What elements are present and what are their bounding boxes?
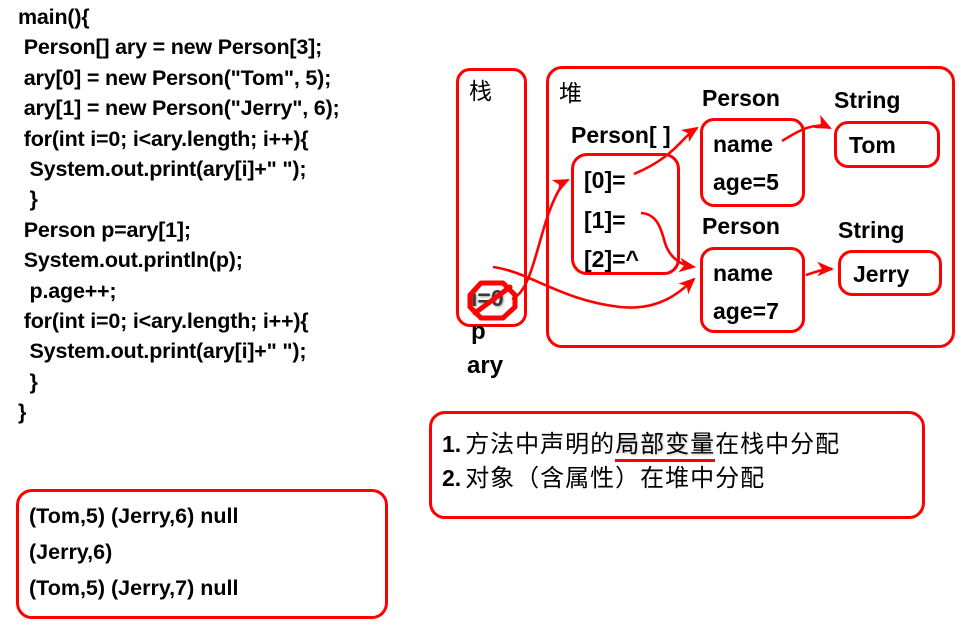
- code-line: Person p=ary[1];: [18, 217, 191, 242]
- stack-region-box: 栈 i=0 p ary: [456, 68, 527, 378]
- no-entry-icon: [467, 280, 518, 321]
- person-object-1-field-name: name: [713, 260, 774, 286]
- code-line: }: [18, 369, 38, 394]
- code-line: Person[] ary = new Person[3];: [18, 35, 323, 60]
- code-line: for(int i=0; i<ary.length; i++){: [18, 309, 309, 334]
- stack-label: 栈: [469, 79, 492, 105]
- code-line: main(){: [18, 5, 90, 29]
- string-object-1-box: Jerry: [838, 250, 942, 296]
- person-array-box: [0]= [1]= [2]=^: [571, 153, 680, 275]
- person-object-0-field-age: age=5: [713, 169, 779, 195]
- code-line: }: [18, 400, 27, 425]
- code-line: ary[1] = new Person("Jerry", 6);: [18, 96, 340, 121]
- array-slot-0: [0]=: [584, 167, 626, 193]
- string-object-0-value: Tom: [849, 132, 896, 158]
- code-line: System.out.print(ary[i]+" ");: [18, 339, 307, 364]
- code-line: ary[0] = new Person("Tom", 5);: [18, 65, 332, 90]
- array-slot-1: [1]=: [584, 207, 626, 233]
- note-item-1-pre: 方法中声明的: [465, 430, 616, 458]
- console-output-line: (Tom,5) (Jerry,6) null: [29, 504, 239, 528]
- code-listing: main(){ Person[] ary = new Person[3]; ar…: [18, 2, 458, 428]
- note-item-2: 2. 对象（含属性）在堆中分配: [442, 458, 765, 493]
- note-item-2-text: 对象（含属性）在堆中分配: [465, 458, 765, 493]
- code-line: for(int i=0; i<ary.length; i++){: [18, 126, 309, 151]
- heap-label: 堆: [559, 81, 582, 107]
- person-object-0-box: name age=5: [700, 118, 805, 207]
- person-object-1-title: Person: [702, 213, 780, 239]
- code-line: System.out.print(ary[i]+" ");: [18, 157, 307, 182]
- stack-variable-ary: ary: [467, 352, 504, 379]
- note-item-1-text: 方法中声明的局部变量在栈中分配: [465, 424, 841, 462]
- code-line: System.out.println(p);: [18, 248, 243, 273]
- note-item-1: 1. 方法中声明的局部变量在栈中分配: [442, 424, 841, 462]
- string-object-1-value: Jerry: [853, 261, 910, 287]
- console-output-box: (Tom,5) (Jerry,6) null (Jerry,6) (Tom,5)…: [16, 489, 388, 619]
- note-item-1-post: 在栈中分配: [715, 430, 841, 458]
- person-object-0-field-name: name: [713, 131, 774, 157]
- notes-box: 1. 方法中声明的局部变量在栈中分配 2. 对象（含属性）在堆中分配: [429, 411, 925, 519]
- person-object-1-field-age: age=7: [713, 298, 779, 324]
- person-object-0-title: Person: [702, 85, 780, 111]
- stack-variable-p: p: [471, 318, 486, 345]
- code-line: p.age++;: [18, 278, 117, 303]
- note-item-2-pre: 对象（含属性）在堆中分配: [465, 464, 766, 492]
- array-slot-2: [2]=^: [584, 246, 639, 272]
- note-item-2-number: 2.: [442, 465, 462, 491]
- slide-canvas: main(){ Person[] ary = new Person[3]; ar…: [0, 0, 971, 636]
- string-object-0-title: String: [834, 87, 901, 113]
- note-item-1-number: 1.: [442, 431, 462, 457]
- stack-variable-i-struck: i=0: [465, 279, 521, 321]
- console-output-line: (Tom,5) (Jerry,7) null: [29, 576, 239, 600]
- console-output-line: (Jerry,6): [29, 540, 113, 564]
- person-array-title: Person[ ]: [571, 122, 671, 148]
- string-object-0-box: Tom: [834, 121, 940, 168]
- person-object-1-box: name age=7: [700, 247, 805, 333]
- string-object-1-title: String: [838, 217, 905, 243]
- code-line: }: [18, 187, 38, 212]
